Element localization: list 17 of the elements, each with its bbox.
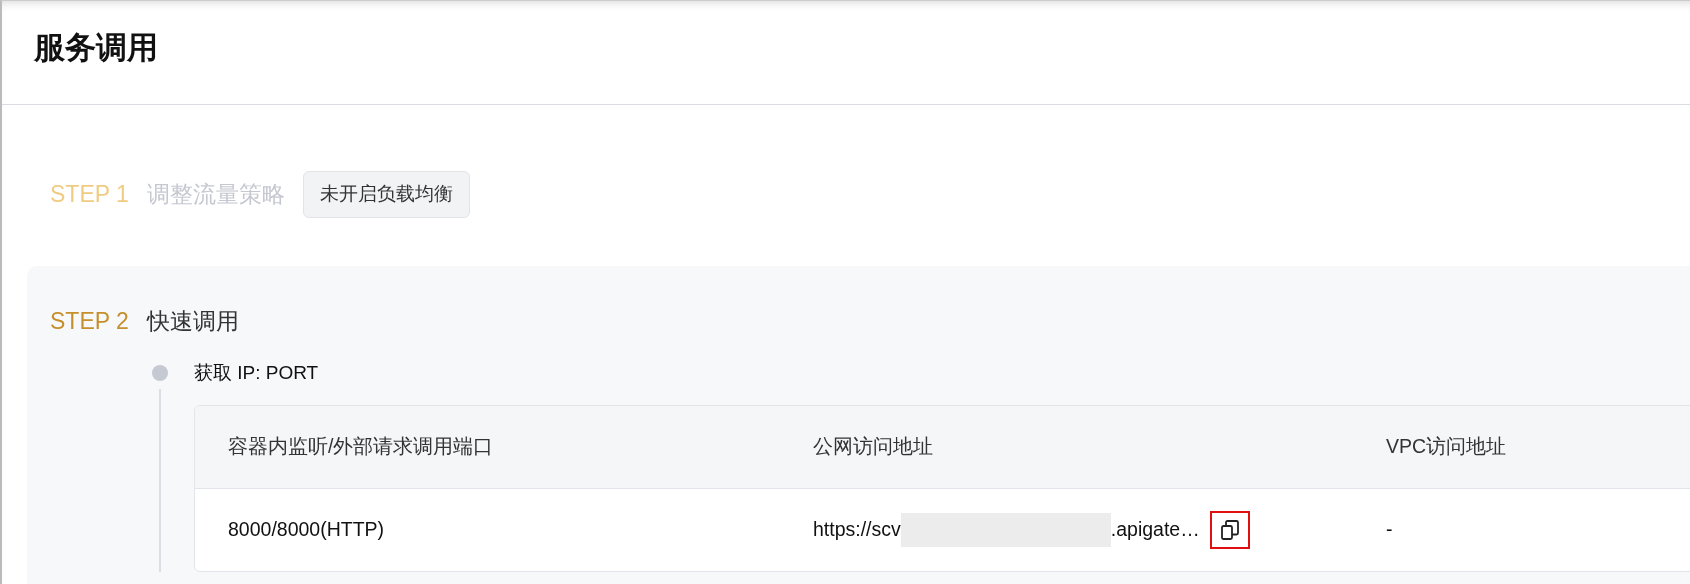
url-text: .apigate… [1110,517,1200,543]
step-title: 调整流量策略 [146,180,285,209]
timeline-dot [152,364,168,381]
step-title: 快速调用 [146,307,239,336]
url-text: https://scv [813,517,901,543]
step-label: STEP 2 [50,307,129,336]
table-cell-text: 8000/8000(HTTP) [227,517,386,543]
column-header: 容器内监听/外部请求调用端口 [227,434,495,460]
column-header: 公网访问地址 [812,434,934,460]
page-title: 服务调用 [34,29,159,67]
copy-button[interactable] [1209,511,1250,549]
table-cell-text: - [1385,517,1394,543]
column-header: VPC访问地址 [1385,434,1508,460]
step-label: STEP 1 [50,180,129,209]
status-tag: 未开启负载均衡 [302,171,470,218]
copy-icon [1220,520,1239,540]
timeline-title: 获取 IP: PORT [194,360,320,385]
